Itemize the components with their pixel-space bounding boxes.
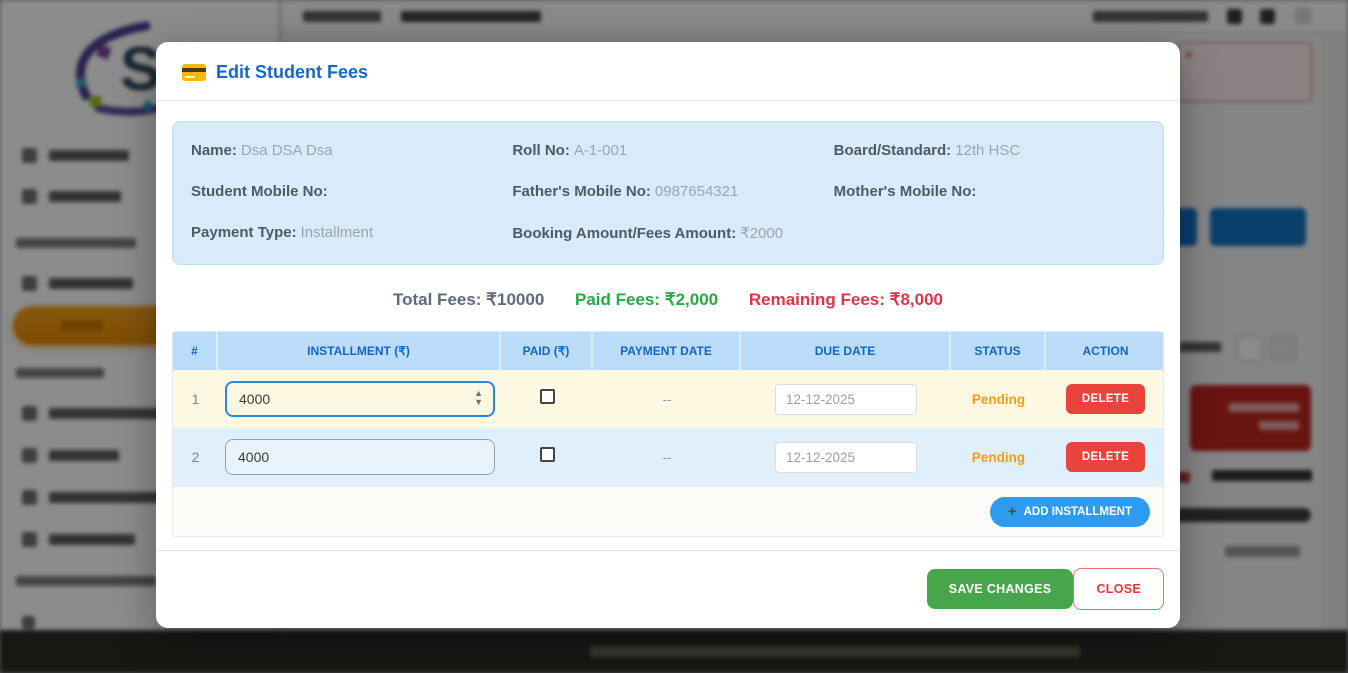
installments-table: # INSTALLMENT (₹) PAID (₹) PAYMENT DATE …	[172, 331, 1164, 537]
col-header-paid: PAID (₹)	[501, 332, 593, 370]
modal-title: Edit Student Fees	[216, 62, 368, 83]
installment-amount-input[interactable]	[225, 439, 495, 475]
info-name: Name:Dsa DSA Dsa	[191, 142, 502, 159]
fees-summary: Total Fees: ₹10000 Paid Fees: ₹2,000 Rem…	[172, 290, 1164, 310]
row-index: 2	[173, 449, 218, 465]
info-father-mobile: Father's Mobile No:0987654321	[512, 183, 823, 200]
plus-icon: +	[1008, 507, 1017, 517]
modal-body: Name:Dsa DSA Dsa Roll No:A-1-001 Board/S…	[156, 101, 1180, 550]
modal-footer: SAVE CHANGES CLOSE	[156, 550, 1180, 628]
payment-date-cell: --	[593, 392, 741, 407]
info-board-standard: Board/Standard:12th HSC	[834, 142, 1145, 159]
installment-row-2: 2 -- Pending DELETE	[173, 428, 1163, 486]
info-roll-no: Roll No:A-1-001	[512, 142, 823, 159]
info-payment-type: Payment Type:Installment	[191, 224, 502, 242]
due-date-cell	[741, 384, 951, 415]
col-header-payment-date: PAYMENT DATE	[593, 332, 741, 370]
col-header-due-date: DUE DATE	[741, 332, 951, 370]
student-info-panel: Name:Dsa DSA Dsa Roll No:A-1-001 Board/S…	[172, 121, 1164, 265]
paid-fees: Paid Fees: ₹2,000	[575, 290, 718, 309]
installment-cell	[218, 439, 501, 475]
remaining-fees: Remaining Fees: ₹8,000	[749, 290, 943, 309]
col-header-status: STATUS	[951, 332, 1046, 370]
close-button[interactable]: CLOSE	[1073, 568, 1164, 610]
due-date-input[interactable]	[775, 442, 917, 473]
status-badge: Pending	[951, 450, 1046, 465]
installment-row-1: 1 ▲▼ -- Pending DELETE	[173, 370, 1163, 428]
action-cell: DELETE	[1046, 442, 1164, 472]
table-header-row: # INSTALLMENT (₹) PAID (₹) PAYMENT DATE …	[173, 332, 1163, 370]
info-booking-amount: Booking Amount/Fees Amount:₹2000	[512, 224, 823, 242]
installment-amount-input[interactable]	[225, 381, 495, 417]
due-date-input[interactable]	[775, 384, 917, 415]
credit-card-icon	[182, 64, 206, 81]
installment-cell: ▲▼	[218, 381, 501, 417]
info-empty	[834, 224, 1145, 242]
status-badge: Pending	[951, 392, 1046, 407]
save-changes-button[interactable]: SAVE CHANGES	[927, 569, 1074, 609]
paid-checkbox[interactable]	[540, 389, 555, 404]
edit-student-fees-modal: Edit Student Fees Name:Dsa DSA Dsa Roll …	[156, 42, 1180, 628]
number-stepper-icon[interactable]: ▲▼	[474, 389, 483, 407]
add-installment-button[interactable]: + ADD INSTALLMENT	[990, 497, 1150, 527]
action-cell: DELETE	[1046, 384, 1164, 414]
modal-header: Edit Student Fees	[156, 42, 1180, 101]
delete-button[interactable]: DELETE	[1066, 384, 1145, 414]
paid-cell	[501, 389, 593, 409]
paid-checkbox[interactable]	[540, 447, 555, 462]
table-footer-row: + ADD INSTALLMENT	[173, 486, 1163, 536]
info-mother-mobile: Mother's Mobile No:	[834, 183, 1145, 200]
due-date-cell	[741, 442, 951, 473]
col-header-action: ACTION	[1046, 332, 1164, 370]
info-student-mobile: Student Mobile No:	[191, 183, 502, 200]
paid-cell	[501, 447, 593, 467]
col-header-index: #	[173, 332, 218, 370]
row-index: 1	[173, 391, 218, 407]
col-header-installment: INSTALLMENT (₹)	[218, 332, 501, 370]
total-fees: Total Fees: ₹10000	[393, 290, 544, 309]
delete-button[interactable]: DELETE	[1066, 442, 1145, 472]
payment-date-cell: --	[593, 450, 741, 465]
